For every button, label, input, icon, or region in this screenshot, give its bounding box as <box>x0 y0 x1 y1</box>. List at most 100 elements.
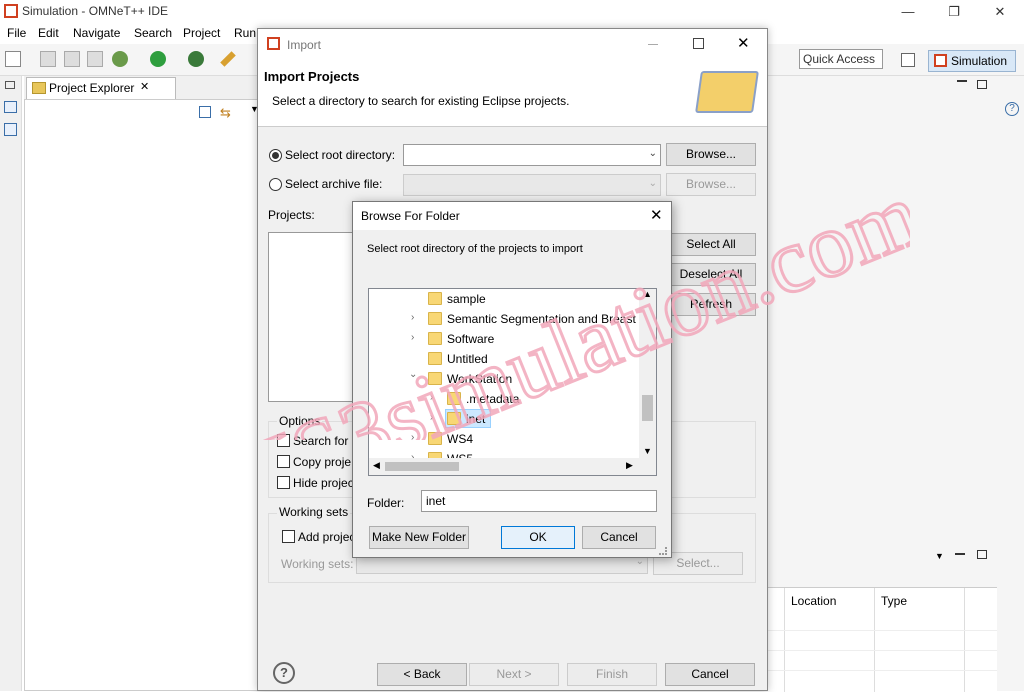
external-tools-icon[interactable] <box>188 51 204 67</box>
tree-item-software[interactable]: › Software <box>369 329 639 349</box>
menu-edit[interactable]: Edit <box>38 26 59 40</box>
tree-item-inet[interactable]: › inet <box>369 409 639 429</box>
view-menu-icon[interactable]: ▼ <box>935 551 944 561</box>
chevron-right-icon[interactable]: › <box>411 332 414 343</box>
back-button[interactable]: < Back <box>377 663 467 686</box>
finish-button[interactable]: Finish <box>567 663 657 686</box>
project-explorer-label: Project Explorer <box>49 81 135 95</box>
import-minimize-button[interactable] <box>648 44 658 45</box>
folder-icon <box>428 352 442 365</box>
column-type[interactable]: Type <box>881 594 907 608</box>
resize-grip-icon[interactable] <box>659 547 667 555</box>
debug-icon[interactable] <box>112 51 128 67</box>
options-label: Options <box>277 414 323 428</box>
tools-icon[interactable] <box>220 51 236 67</box>
column-divider <box>874 588 875 692</box>
cancel-button[interactable]: Cancel <box>665 663 755 686</box>
ok-button[interactable]: OK <box>501 526 575 549</box>
chevron-right-icon[interactable]: › <box>411 312 414 323</box>
refresh-button[interactable]: Refresh <box>666 293 756 316</box>
menu-navigate[interactable]: Navigate <box>73 26 120 40</box>
browse-prompt: Select root directory of the projects to… <box>367 243 583 255</box>
window-title: Simulation - OMNeT++ IDE <box>22 4 169 18</box>
tree-item-semantic-segmentation[interactable]: › Semantic Segmentation and Breast C <box>369 309 648 329</box>
copy-projects-label: Copy proje <box>293 455 352 469</box>
import-maximize-button[interactable] <box>693 38 704 49</box>
minimize-view-icon[interactable] <box>957 80 967 82</box>
import-close-button[interactable]: ✕ <box>737 34 750 52</box>
browse-root-button[interactable]: Browse... <box>666 143 756 166</box>
browse-archive-button[interactable]: Browse... <box>666 173 756 196</box>
browse-cancel-button[interactable]: Cancel <box>582 526 656 549</box>
column-divider <box>964 588 965 692</box>
project-explorer-panel <box>24 76 260 691</box>
scroll-thumb[interactable] <box>385 462 459 471</box>
link-editor-icon[interactable]: ⇆ <box>220 105 234 120</box>
close-button[interactable]: ✕ <box>977 0 1023 24</box>
save-all-icon[interactable] <box>64 51 80 67</box>
restore-icon[interactable] <box>5 81 15 89</box>
outline-icon[interactable] <box>4 101 17 113</box>
chevron-right-icon[interactable]: › <box>430 412 433 423</box>
left-trim-bar <box>0 76 22 691</box>
chevron-right-icon[interactable]: › <box>430 392 433 403</box>
tree-item-metadata[interactable]: › .metadata <box>369 389 639 409</box>
chevron-down-icon: ⌄ <box>648 148 657 159</box>
browse-close-button[interactable]: ✕ <box>650 206 663 224</box>
help-button[interactable]: ? <box>273 662 295 684</box>
scroll-down-icon[interactable]: ▼ <box>643 446 652 456</box>
hide-projects-checkbox[interactable] <box>277 476 290 489</box>
minimize-button[interactable]: — <box>885 0 931 24</box>
title-bar: Simulation - OMNeT++ IDE — ❐ ✕ <box>0 0 1024 24</box>
minimize-view-icon[interactable] <box>955 553 965 555</box>
add-to-working-sets-checkbox[interactable] <box>282 530 295 543</box>
close-tab-icon[interactable]: ✕ <box>140 80 149 93</box>
quick-access-input[interactable]: Quick Access <box>799 49 883 69</box>
run-icon[interactable] <box>150 51 166 67</box>
save-icon[interactable] <box>40 51 56 67</box>
archive-file-radio[interactable] <box>269 178 282 191</box>
help-icon[interactable]: ? <box>1005 102 1019 116</box>
column-location[interactable]: Location <box>791 594 836 608</box>
menu-search[interactable]: Search <box>134 26 172 40</box>
tree-vertical-scrollbar[interactable]: ▲ ▼ <box>639 289 656 460</box>
menu-file[interactable]: File <box>7 26 26 40</box>
root-directory-radio[interactable] <box>269 149 282 162</box>
chevron-down-icon[interactable]: ⌄ <box>409 369 417 380</box>
tree-item-sample[interactable]: sample <box>369 289 639 309</box>
maximize-view-icon[interactable] <box>977 80 987 89</box>
row-divider <box>767 650 997 651</box>
collapse-all-icon[interactable] <box>199 106 211 118</box>
tree-horizontal-scrollbar[interactable]: ◀ ▶ <box>369 458 656 475</box>
scroll-left-icon[interactable]: ◀ <box>373 460 380 471</box>
tree-item-ws4[interactable]: › WS4 <box>369 429 639 449</box>
menu-project[interactable]: Project <box>183 26 220 40</box>
make-new-folder-button[interactable]: Make New Folder <box>369 526 469 549</box>
tree-item-untitled[interactable]: Untitled <box>369 349 639 369</box>
select-all-button[interactable]: Select All <box>666 233 756 256</box>
print-icon[interactable] <box>87 51 103 67</box>
hide-projects-label: Hide projec <box>293 476 354 490</box>
scroll-up-icon[interactable]: ▲ <box>643 289 652 299</box>
open-perspective-icon[interactable] <box>901 53 915 67</box>
search-nested-checkbox[interactable] <box>277 434 290 447</box>
tree-item-workstation[interactable]: ⌄ WorkStation <box>369 369 639 389</box>
archive-file-combo[interactable]: ⌄ <box>403 174 661 196</box>
maximize-view-icon[interactable] <box>977 550 987 559</box>
maximize-button[interactable]: ❐ <box>931 0 977 24</box>
copy-projects-checkbox[interactable] <box>277 455 290 468</box>
root-directory-combo[interactable]: ⌄ <box>403 144 661 166</box>
folder-tree[interactable]: sample › Semantic Segmentation and Breas… <box>368 288 657 476</box>
menu-run[interactable]: Run <box>234 26 256 40</box>
project-explorer-tab[interactable]: Project Explorer ✕ <box>26 77 176 99</box>
chevron-right-icon[interactable]: › <box>411 432 414 443</box>
folder-input[interactable]: inet <box>421 490 657 512</box>
new-icon[interactable] <box>5 51 21 67</box>
hierarchy-icon[interactable] <box>4 123 17 136</box>
scroll-right-icon[interactable]: ▶ <box>626 460 633 471</box>
next-button[interactable]: Next > <box>469 663 559 686</box>
scroll-thumb[interactable] <box>642 395 653 421</box>
deselect-all-button[interactable]: Deselect All <box>666 263 756 286</box>
projects-list[interactable] <box>268 232 358 402</box>
browse-title: Browse For Folder <box>361 209 460 223</box>
